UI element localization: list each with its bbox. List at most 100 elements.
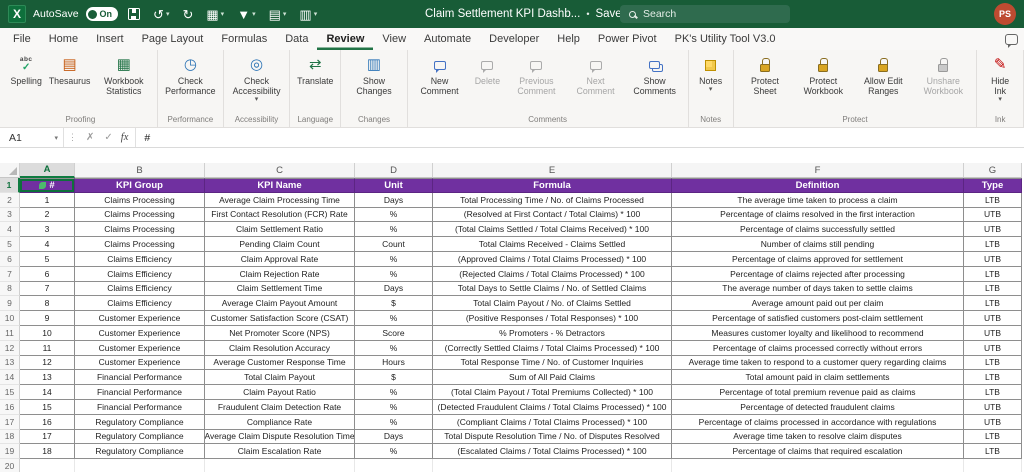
ribbon-button-check-accessibility[interactable]: ◎ Check Accessibility ▾: [227, 52, 286, 105]
menu-tab-power-pivot[interactable]: Power Pivot: [589, 28, 666, 50]
cell-E6[interactable]: (Approved Claims / Total Claims Processe…: [433, 251, 672, 267]
cell-E11[interactable]: % Promoters - % Detractors: [433, 325, 672, 341]
row-header-1[interactable]: 1: [0, 178, 20, 193]
cell-F20[interactable]: [672, 459, 964, 472]
formula-bar-handle[interactable]: ⋮: [64, 128, 81, 147]
document-title[interactable]: Claim Settlement KPI Dashb...: [425, 8, 580, 20]
column-header-e[interactable]: E: [433, 163, 672, 178]
cell-F17[interactable]: Percentage of claims processed in accord…: [672, 414, 964, 430]
cell-B9[interactable]: Claims Efficiency: [75, 296, 205, 312]
row-header-9[interactable]: 9: [0, 296, 20, 312]
cell-B6[interactable]: Claims Efficiency: [75, 251, 205, 267]
excel-app-icon[interactable]: X: [8, 5, 26, 23]
cell-D3[interactable]: %: [355, 207, 433, 223]
cell-E2[interactable]: Total Processing Time / No. of Claims Pr…: [433, 192, 672, 208]
column-header-b[interactable]: B: [75, 163, 205, 178]
cell-A17[interactable]: 16: [20, 414, 75, 430]
cell-E19[interactable]: (Escalated Claims / Total Claims Process…: [433, 444, 672, 460]
cell-D8[interactable]: Days: [355, 281, 433, 297]
menu-tab-data[interactable]: Data: [276, 28, 317, 50]
row-header-6[interactable]: 6: [0, 251, 20, 267]
cell-G20[interactable]: [964, 459, 1022, 472]
cell-G8[interactable]: LTB: [964, 281, 1022, 297]
cell-C2[interactable]: Average Claim Processing Time: [205, 192, 355, 208]
cell-D18[interactable]: Days: [355, 429, 433, 445]
menu-tab-help[interactable]: Help: [548, 28, 589, 50]
row-header-20[interactable]: 20: [0, 459, 20, 472]
formula-input[interactable]: #: [136, 128, 1024, 147]
cell-B5[interactable]: Claims Processing: [75, 237, 205, 252]
cell-E15[interactable]: (Total Claim Payout / Total Premiums Col…: [433, 385, 672, 400]
cell-D6[interactable]: %: [355, 251, 433, 267]
cell-F4[interactable]: Percentage of claims successfully settle…: [672, 222, 964, 238]
cell-G1[interactable]: Type: [964, 178, 1022, 193]
cell-C5[interactable]: Pending Claim Count: [205, 237, 355, 252]
cell-A2[interactable]: 1: [20, 192, 75, 208]
cancel-icon[interactable]: ✗: [81, 128, 99, 147]
chevron-down-icon[interactable]: ▾: [54, 134, 58, 142]
cell-G16[interactable]: UTB: [964, 399, 1022, 415]
row-header-14[interactable]: 14: [0, 370, 20, 386]
menu-tab-developer[interactable]: Developer: [480, 28, 548, 50]
cell-C4[interactable]: Claim Settlement Ratio: [205, 222, 355, 238]
save-button[interactable]: [125, 6, 143, 22]
cell-A18[interactable]: 17: [20, 429, 75, 445]
cell-C9[interactable]: Average Claim Payout Amount: [205, 296, 355, 312]
cell-E4[interactable]: (Total Claims Settled / Total Claims Rec…: [433, 222, 672, 238]
menu-tab-file[interactable]: File: [4, 28, 40, 50]
ribbon-button-new-comment[interactable]: New Comment: [411, 52, 469, 97]
cell-D13[interactable]: Hours: [355, 355, 433, 371]
row-header-17[interactable]: 17: [0, 414, 20, 430]
cell-B13[interactable]: Customer Experience: [75, 355, 205, 371]
cell-F7[interactable]: Percentage of claims rejected after proc…: [672, 266, 964, 282]
row-header-4[interactable]: 4: [0, 222, 20, 238]
cell-A6[interactable]: 5: [20, 251, 75, 267]
row-header-5[interactable]: 5: [0, 237, 20, 252]
column-header-d[interactable]: D: [355, 163, 433, 178]
row-header-12[interactable]: 12: [0, 340, 20, 356]
cell-E16[interactable]: (Detected Fraudulent Claims / Total Clai…: [433, 399, 672, 415]
cell-D20[interactable]: [355, 459, 433, 472]
cell-G15[interactable]: LTB: [964, 385, 1022, 400]
cell-D10[interactable]: %: [355, 311, 433, 326]
cell-C1[interactable]: KPI Name: [205, 178, 355, 193]
ribbon-button-protect-workbook[interactable]: Protect Workbook: [793, 52, 853, 97]
cell-A9[interactable]: 8: [20, 296, 75, 312]
row-header-15[interactable]: 15: [0, 385, 20, 400]
cell-E5[interactable]: Total Claims Received - Claims Settled: [433, 237, 672, 252]
cell-D12[interactable]: %: [355, 340, 433, 356]
ribbon-button-protect-sheet[interactable]: Protect Sheet: [737, 52, 794, 97]
cell-A3[interactable]: 2: [20, 207, 75, 223]
cell-G12[interactable]: UTB: [964, 340, 1022, 356]
cell-A11[interactable]: 10: [20, 325, 75, 341]
cell-C6[interactable]: Claim Approval Rate: [205, 251, 355, 267]
cell-G6[interactable]: UTB: [964, 251, 1022, 267]
menu-tab-home[interactable]: Home: [40, 28, 87, 50]
row-header-13[interactable]: 13: [0, 355, 20, 371]
name-box[interactable]: A1 ▾: [0, 128, 64, 147]
cell-A12[interactable]: 11: [20, 340, 75, 356]
cell-A5[interactable]: 4: [20, 237, 75, 252]
cell-G4[interactable]: UTB: [964, 222, 1022, 238]
select-all-button[interactable]: [0, 163, 20, 178]
ribbon-button-translate[interactable]: ⇄ Translate: [293, 52, 337, 87]
cell-A1[interactable]: #: [20, 178, 75, 193]
ribbon-button-check-performance[interactable]: ◷ Check Performance: [161, 52, 220, 97]
cell-G10[interactable]: UTB: [964, 311, 1022, 326]
cell-C8[interactable]: Claim Settlement Time: [205, 281, 355, 297]
cell-F5[interactable]: Number of claims still pending: [672, 237, 964, 252]
cell-B16[interactable]: Financial Performance: [75, 399, 205, 415]
cell-A19[interactable]: 18: [20, 444, 75, 460]
cell-G14[interactable]: LTB: [964, 370, 1022, 386]
ribbon-button-show-changes[interactable]: ▥ Show Changes: [344, 52, 403, 97]
cell-G19[interactable]: LTB: [964, 444, 1022, 460]
cell-G5[interactable]: LTB: [964, 237, 1022, 252]
cell-C17[interactable]: Compliance Rate: [205, 414, 355, 430]
cell-C19[interactable]: Claim Escalation Rate: [205, 444, 355, 460]
cell-C20[interactable]: [205, 459, 355, 472]
row-header-11[interactable]: 11: [0, 325, 20, 341]
ribbon-button-notes[interactable]: Notes ▾: [692, 52, 730, 95]
cell-F6[interactable]: Percentage of claims approved for settle…: [672, 251, 964, 267]
cell-E18[interactable]: Total Dispute Resolution Time / No. of D…: [433, 429, 672, 445]
cell-F16[interactable]: Percentage of detected fraudulent claims: [672, 399, 964, 415]
